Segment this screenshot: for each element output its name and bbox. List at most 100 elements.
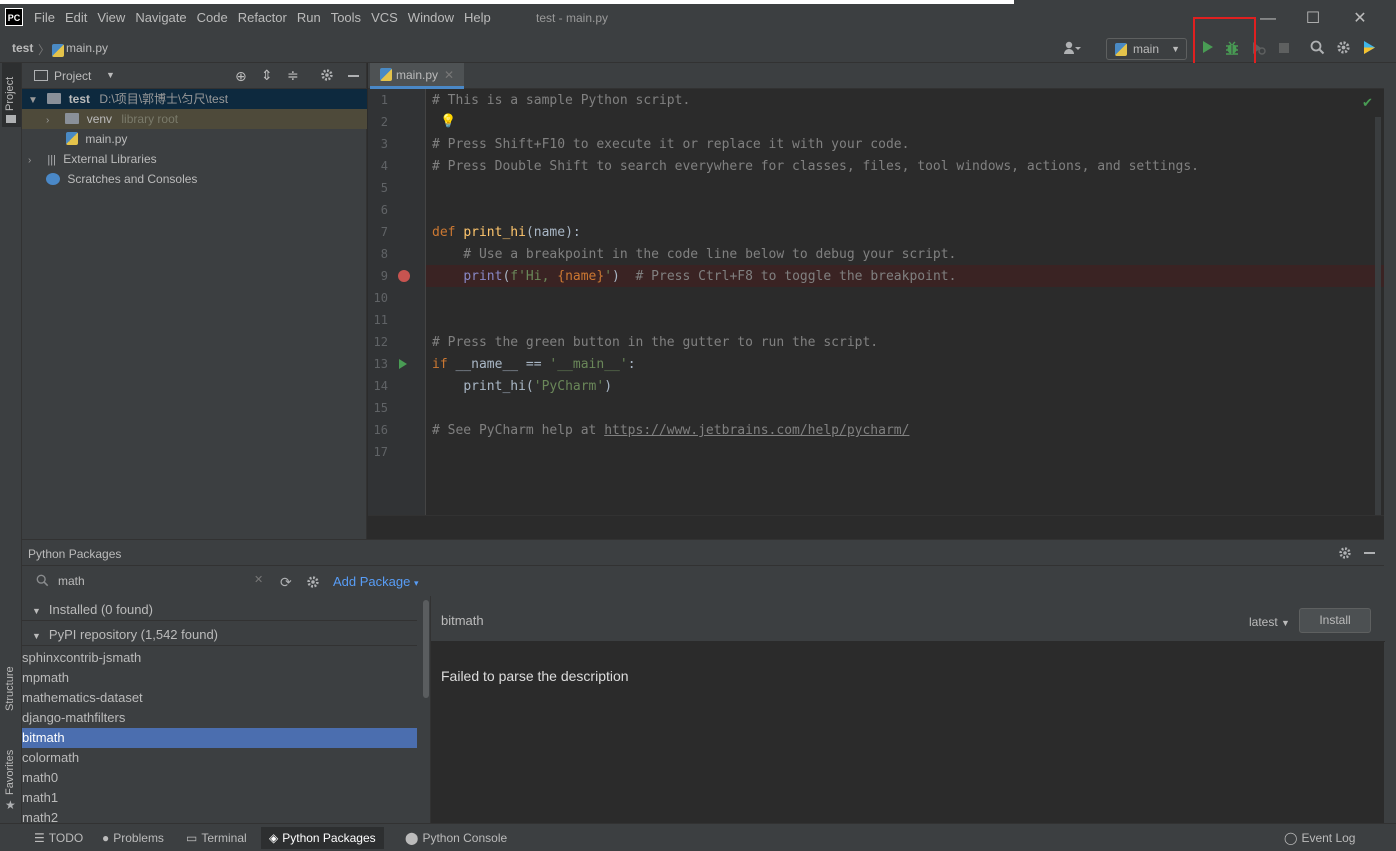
menu-run[interactable]: Run [297, 10, 321, 25]
menu-view[interactable]: View [97, 10, 125, 25]
search-input-value: math [58, 574, 85, 588]
python-packages-panel: Python Packages math ✕ ⟳ Add Package ▾ ▼… [22, 539, 1385, 824]
hide-panel-icon[interactable] [348, 75, 359, 77]
clear-search-icon[interactable]: ✕ [254, 573, 263, 586]
menu-tools[interactable]: Tools [331, 10, 361, 25]
chevron-right-icon[interactable]: › [28, 151, 38, 171]
menu-bar: File Edit View Navigate Code Refactor Ru… [34, 10, 501, 25]
menu-edit[interactable]: Edit [65, 10, 87, 25]
tree-item-venv[interactable]: › venv library root [22, 109, 367, 129]
package-description: Failed to parse the description [441, 668, 629, 684]
package-list-item[interactable]: sphinxcontrib-jsmath [22, 648, 417, 668]
tab-todo[interactable]: ☰ TODO [26, 827, 91, 849]
panel-settings-gear-icon[interactable] [1338, 546, 1352, 563]
code-line-13: if __name__ == '__main__': [432, 357, 636, 372]
tree-item-path: D:\项目\郭博士\匀尺\test [99, 92, 229, 106]
event-log-button[interactable]: ◯ Event Log [1276, 827, 1363, 849]
user-icon[interactable] [1063, 40, 1081, 58]
settings-gear-icon[interactable] [306, 575, 320, 592]
breakpoint-icon[interactable] [398, 270, 410, 282]
line-number: 6 [380, 203, 388, 217]
package-list-item[interactable]: math1 [22, 788, 417, 808]
python-file-icon [380, 68, 392, 81]
tab-main-py[interactable]: main.py ✕ [370, 63, 465, 89]
tab-structure[interactable]: Structure [4, 666, 16, 711]
locate-icon[interactable]: ⊕ [235, 68, 247, 85]
editor-scrollbar[interactable] [1375, 117, 1381, 515]
menu-refactor[interactable]: Refactor [238, 10, 287, 25]
tree-item-test[interactable]: ▼ test D:\项目\郭博士\匀尺\test [22, 89, 367, 109]
pypi-section[interactable]: ▼ PyPI repository (1,542 found) [22, 624, 417, 646]
stop-icon[interactable] [1275, 40, 1293, 58]
chevron-down-icon[interactable]: ▼ [106, 70, 115, 80]
plugin-logo-icon[interactable] [1360, 40, 1378, 58]
panel-settings-gear-icon[interactable] [320, 68, 334, 85]
chevron-down-icon[interactable]: ▼ [28, 91, 38, 111]
project-view-icon [34, 70, 48, 81]
settings-gear-icon[interactable] [1334, 40, 1352, 58]
tab-python-packages[interactable]: ◈ Python Packages [261, 827, 384, 849]
tree-item-hint: library root [121, 112, 179, 126]
hide-panel-icon[interactable] [1364, 552, 1375, 554]
tab-terminal[interactable]: ▭ Terminal [178, 827, 255, 849]
menu-file[interactable]: File [34, 10, 55, 25]
tab-problems[interactable]: ● Problems [94, 827, 172, 849]
package-list-item[interactable]: math0 [22, 768, 417, 788]
line-number: 9 [380, 269, 388, 283]
search-icon[interactable] [1308, 40, 1326, 58]
package-list-item[interactable]: mathematics-dataset [22, 688, 417, 708]
package-list-item[interactable]: colormath [22, 748, 417, 768]
help-link[interactable]: https://www.jetbrains.com/help/pycharm/ [604, 423, 909, 438]
close-tab-icon[interactable]: ✕ [444, 68, 454, 82]
line-number: 7 [380, 225, 388, 239]
editor-gutter[interactable]: 1 2 3 4 5 6 7 8 9 10 11 12 13 14 15 16 1… [368, 89, 426, 515]
breadcrumb-separator: 〉 [38, 43, 51, 57]
menu-help[interactable]: Help [464, 10, 491, 25]
package-detail-header: bitmath latest ▼ Install [431, 596, 1385, 642]
minimize-button[interactable]: — [1258, 9, 1278, 29]
tree-item-scratches[interactable]: Scratches and Consoles [22, 169, 367, 189]
python-icon: ⬤ [405, 831, 419, 845]
run-configuration-select[interactable]: main ▼ [1106, 38, 1187, 60]
chevron-right-icon[interactable]: › [46, 111, 56, 131]
packages-panel-title: Python Packages [28, 547, 122, 561]
list-icon: ☰ [34, 831, 45, 845]
breadcrumb-file[interactable]: main.py [66, 41, 108, 55]
add-package-dropdown[interactable]: Add Package ▾ [333, 574, 419, 589]
code-editor[interactable]: 1 2 3 4 5 6 7 8 9 10 11 12 13 14 15 16 1… [368, 89, 1384, 515]
line-number: 12 [373, 335, 388, 349]
installed-section[interactable]: ▼ Installed (0 found) [22, 599, 417, 621]
package-list-item[interactable]: django-mathfilters [22, 708, 417, 728]
inspection-ok-icon[interactable]: ✔ [1362, 95, 1373, 111]
refresh-icon[interactable]: ⟳ [280, 574, 292, 591]
run-gutter-icon[interactable] [398, 358, 408, 373]
python-file-icon [66, 132, 78, 145]
menu-code[interactable]: Code [197, 10, 228, 25]
chevron-down-icon: ▼ [1281, 618, 1290, 628]
tree-item-external-libraries[interactable]: › ||| External Libraries [22, 149, 367, 169]
intention-bulb-icon[interactable]: 💡 [440, 113, 456, 129]
package-search-input[interactable]: math ✕ [22, 568, 272, 594]
close-button[interactable]: ✕ [1350, 9, 1370, 29]
package-list-item[interactable]: mpmath [22, 668, 417, 688]
package-list-scrollbar[interactable] [423, 600, 429, 698]
collapse-all-icon[interactable]: ≑ [287, 67, 299, 84]
menu-navigate[interactable]: Navigate [135, 10, 186, 25]
install-button[interactable]: Install [1299, 608, 1371, 633]
package-list-item[interactable]: math2 [22, 808, 417, 824]
breadcrumb-project[interactable]: test [12, 41, 33, 55]
code-line-3: # Press Shift+F10 to execute it or repla… [432, 137, 910, 152]
tab-favorites[interactable]: Favorites [4, 750, 16, 795]
tree-item-main-py[interactable]: main.py [22, 129, 367, 149]
editor-bottom-area [368, 515, 1384, 539]
scratches-icon [46, 173, 60, 185]
package-list-item-selected[interactable]: bitmath [22, 728, 417, 748]
maximize-button[interactable]: ☐ [1303, 9, 1323, 29]
tab-project[interactable]: Project [4, 77, 16, 111]
tab-python-console[interactable]: ⬤ Python Console [397, 827, 515, 849]
project-panel-title[interactable]: Project [54, 69, 91, 83]
expand-all-icon[interactable]: ⇕ [261, 67, 273, 84]
menu-vcs[interactable]: VCS [371, 10, 398, 25]
version-select[interactable]: latest ▼ [1249, 615, 1290, 629]
menu-window[interactable]: Window [408, 10, 454, 25]
